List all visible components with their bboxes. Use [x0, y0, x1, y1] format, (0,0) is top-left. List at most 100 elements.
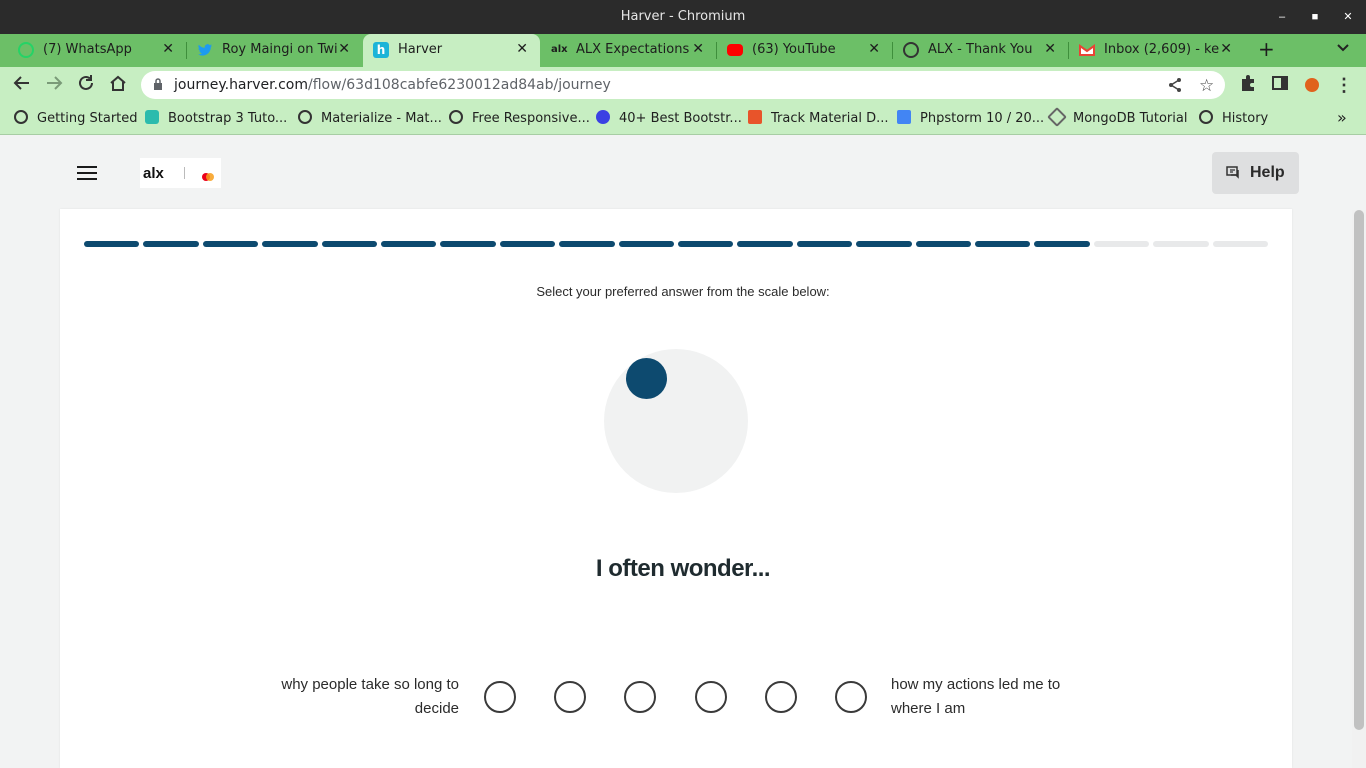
bookmark-label: Track Material D... [771, 111, 889, 126]
close-tab-icon[interactable]: ✕ [516, 41, 528, 57]
chat-icon [1226, 166, 1240, 184]
url-text: journey.harver.com/flow/63d108cabfe62300… [174, 77, 611, 93]
question-illustration [604, 349, 748, 493]
plus-icon: + [1258, 37, 1275, 61]
progress-segment-complete [499, 241, 556, 247]
bookmark-mongodb[interactable]: MongoDB Tutorial [1047, 107, 1187, 127]
tab-youtube[interactable]: (63) YouTube ✕ [717, 34, 893, 67]
window-titlebar: Harver - Chromium – ■ ✕ [0, 0, 1366, 34]
bookmark-materialize[interactable]: Materialize - Mat... [298, 110, 442, 126]
close-tab-icon[interactable]: ✕ [692, 41, 704, 57]
close-window-button[interactable]: ✕ [1339, 8, 1357, 26]
scale-option-4[interactable] [695, 681, 727, 713]
mastercard-logo-icon [202, 168, 214, 181]
minimize-button[interactable]: – [1273, 8, 1291, 26]
bookmark-star-icon[interactable]: ☆ [1199, 76, 1214, 96]
tab-twitter[interactable]: Roy Maingi on Twitt ✕ [187, 34, 362, 67]
scale-option-6[interactable] [835, 681, 867, 713]
bookmarks-overflow-button[interactable]: » [1337, 108, 1347, 127]
globe-icon [14, 110, 28, 124]
bookmark-bootstrap[interactable]: Bootstrap 3 Tuto... [145, 110, 287, 126]
globe-icon [298, 110, 312, 124]
arrow-left-icon [13, 76, 29, 90]
progress-segment-complete [796, 241, 853, 247]
tab-label: (63) YouTube [752, 42, 836, 57]
scale-option-1[interactable] [484, 681, 516, 713]
help-label: Help [1250, 164, 1285, 181]
bookmark-label: History [1222, 111, 1269, 126]
maximize-button[interactable]: ■ [1306, 8, 1324, 26]
tab-label: ALX Expectations [576, 42, 690, 57]
bookmarks-bar: Getting Started Bootstrap 3 Tuto... Mate… [0, 103, 1366, 135]
address-bar[interactable]: journey.harver.com/flow/63d108cabfe62300… [141, 71, 1225, 99]
tab-harver[interactable]: h Harver ✕ [363, 34, 540, 67]
bookmark-track-material[interactable]: Track Material D... [748, 110, 889, 126]
bookmark-history[interactable]: History [1199, 110, 1268, 126]
tab-label: Roy Maingi on Twitt [222, 42, 337, 57]
progress-segment-complete [440, 241, 496, 247]
w-icon [748, 110, 762, 124]
bookmark-free-responsive[interactable]: Free Responsive... [449, 110, 590, 126]
hamburger-menu-icon[interactable] [77, 166, 97, 180]
side-panel-button[interactable] [1269, 74, 1291, 96]
bookmark-phpstorm[interactable]: Phpstorm 10 / 20... [897, 110, 1044, 126]
tab-alx-expectations[interactable]: alx ALX Expectations ✕ [541, 34, 717, 67]
alx-icon: alx [551, 44, 568, 55]
profile-avatar[interactable] [1301, 74, 1323, 96]
progress-segment-complete [856, 241, 912, 247]
tab-alx-thank-you[interactable]: ALX - Thank You ✕ [893, 34, 1069, 67]
progress-segment-complete [202, 241, 259, 247]
bookmark-best-bootstrap[interactable]: 40+ Best Bootstr... [596, 110, 742, 126]
reload-icon [79, 75, 93, 90]
chevron-down-icon [1336, 40, 1350, 58]
close-tab-icon[interactable]: ✕ [338, 41, 350, 57]
scrollbar-thumb[interactable] [1354, 210, 1364, 730]
new-tab-button[interactable]: + [1252, 34, 1282, 67]
question-prompt: I often wonder... [595, 555, 771, 582]
bookmark-label: 40+ Best Bootstr... [619, 111, 742, 126]
gmail-icon [1079, 42, 1095, 58]
tab-search-button[interactable] [1332, 34, 1356, 67]
browser-menu-button[interactable]: ⋮ [1333, 74, 1355, 96]
bookmark-label: Materialize - Mat... [321, 111, 442, 126]
close-tab-icon[interactable]: ✕ [1044, 41, 1056, 57]
close-tab-icon[interactable]: ✕ [162, 41, 174, 57]
bookmark-getting-started[interactable]: Getting Started [14, 110, 138, 126]
tab-strip: (7) WhatsApp ✕ Roy Maingi on Twitt ✕ h H… [0, 34, 1366, 67]
bookmark-label: Bootstrap 3 Tuto... [168, 111, 288, 126]
back-button[interactable] [11, 74, 33, 96]
translate-icon [897, 110, 911, 124]
scale-right-label: how my actions led me to where I am [891, 676, 1061, 717]
extensions-button[interactable] [1237, 74, 1259, 96]
page-scrollbar[interactable] [1352, 210, 1366, 768]
mongodb-icon [1047, 107, 1067, 127]
progress-segment-complete [737, 241, 793, 247]
close-tab-icon[interactable]: ✕ [1220, 41, 1232, 57]
forward-button[interactable] [43, 74, 65, 96]
tab-gmail-inbox[interactable]: Inbox (2,609) - kevin ✕ [1069, 34, 1244, 67]
progress-segment-complete [678, 241, 734, 247]
globe-icon [903, 42, 919, 58]
company-logo: alx [140, 158, 221, 188]
close-tab-icon[interactable]: ✕ [868, 41, 880, 57]
help-button[interactable]: Help [1212, 152, 1299, 194]
reload-button[interactable] [75, 74, 97, 96]
lock-icon [153, 78, 163, 96]
scale-option-2[interactable] [554, 681, 586, 713]
home-button[interactable] [107, 74, 129, 96]
progress-segment-complete [559, 241, 615, 247]
c-icon [596, 110, 610, 124]
history-icon [1199, 110, 1213, 124]
tab-whatsapp[interactable]: (7) WhatsApp ✕ [8, 34, 187, 67]
url-domain: journey.harver.com [174, 77, 308, 93]
progress-segment-complete [321, 241, 377, 247]
scale-left-label: why people take so long to decide [281, 676, 459, 717]
scale-option-5[interactable] [765, 681, 797, 713]
share-icon[interactable] [1167, 77, 1183, 98]
alx-logo-text: alx [143, 165, 164, 182]
progress-segment-complete [915, 241, 971, 247]
progress-segment-complete [143, 241, 199, 247]
progress-segment-complete [381, 241, 437, 247]
bookmark-label: Phpstorm 10 / 20... [920, 111, 1045, 126]
scale-option-3[interactable] [624, 681, 656, 713]
